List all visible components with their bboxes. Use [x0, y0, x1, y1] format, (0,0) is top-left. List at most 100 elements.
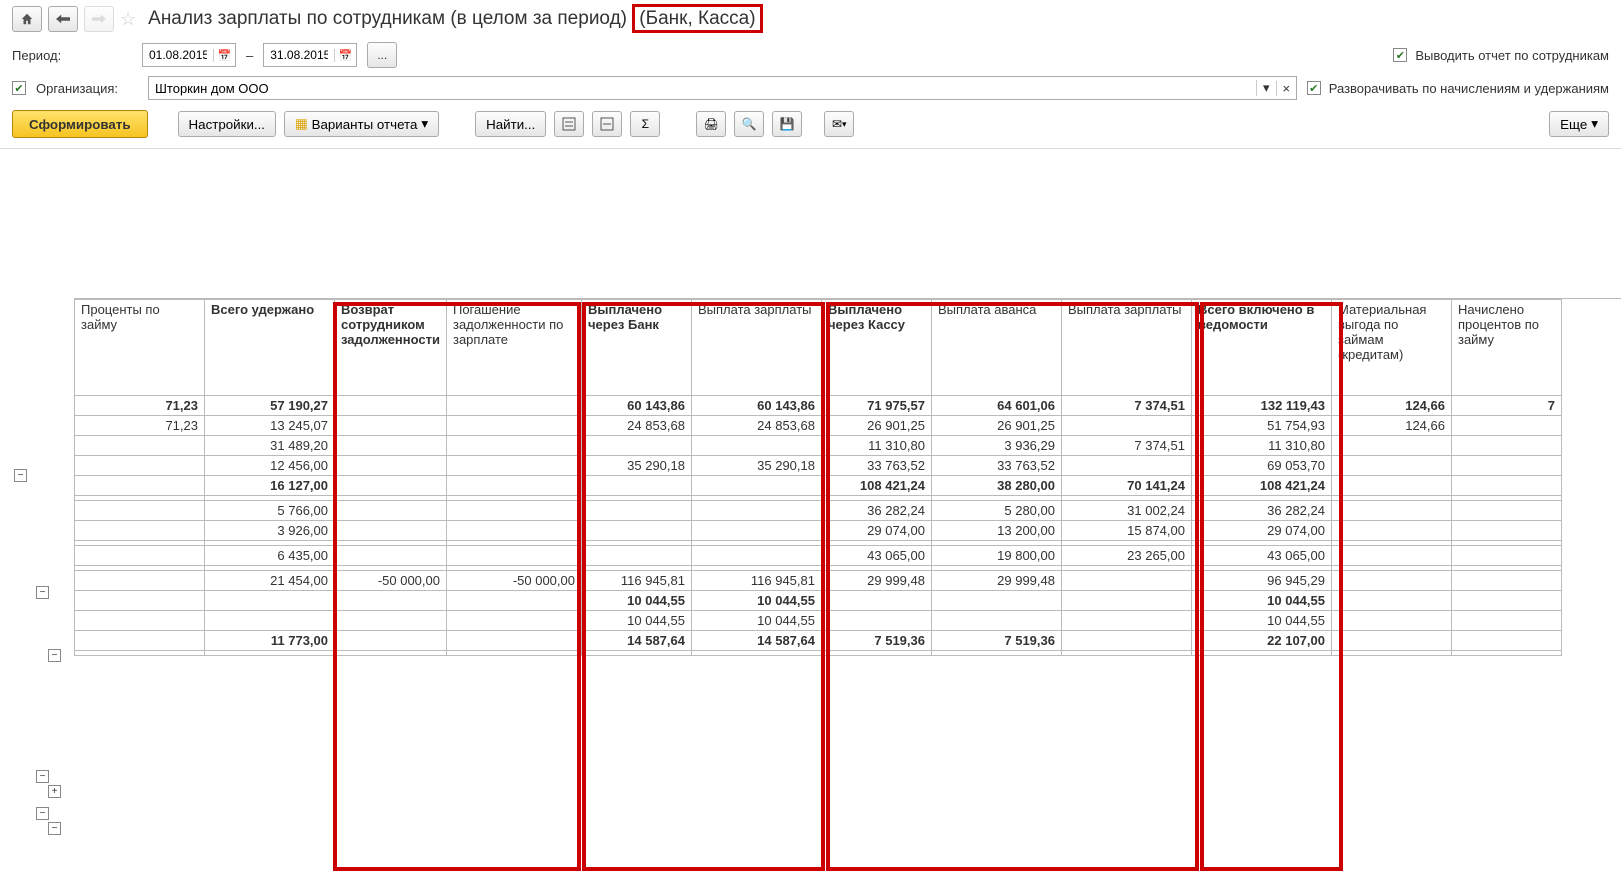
table-cell: [1451, 571, 1561, 591]
table-cell: [446, 456, 581, 476]
table-cell: 71,23: [75, 416, 205, 436]
period-from-input[interactable]: 📅: [142, 43, 236, 67]
preview-button[interactable]: 🔍: [734, 111, 764, 137]
org-input[interactable]: ▾ ×: [148, 76, 1297, 100]
table-row[interactable]: [75, 651, 1562, 656]
table-cell: [691, 476, 821, 496]
find-button[interactable]: Найти...: [475, 111, 546, 137]
table-cell: [1331, 436, 1451, 456]
table-cell: 14 587,64: [581, 631, 691, 651]
home-button[interactable]: [12, 6, 42, 32]
table-cell: 13 245,07: [205, 416, 335, 436]
org-enabled-checkbox[interactable]: ✔: [12, 81, 26, 95]
period-label: Период:: [12, 48, 132, 63]
table-cell: [931, 611, 1061, 631]
opt-employees-checkbox[interactable]: ✔: [1393, 48, 1407, 62]
table-row[interactable]: 11 773,0014 587,6414 587,647 519,367 519…: [75, 631, 1562, 651]
table-cell: 51 754,93: [1191, 416, 1331, 436]
table-cell: 11 310,80: [821, 436, 931, 456]
table-cell: 31 489,20: [205, 436, 335, 456]
table-row[interactable]: 6 435,0043 065,0019 800,0023 265,0043 06…: [75, 546, 1562, 566]
table-row[interactable]: 21 454,00-50 000,00-50 000,00116 945,811…: [75, 571, 1562, 591]
tree-toggle[interactable]: −: [36, 586, 49, 599]
save-button[interactable]: 💾: [772, 111, 802, 137]
expand-tree-button[interactable]: [554, 111, 584, 137]
org-field[interactable]: [149, 81, 1256, 96]
period-select-button[interactable]: ...: [367, 42, 397, 68]
table-cell: [446, 476, 581, 496]
table-cell: [1061, 591, 1191, 611]
opt-expand-checkbox[interactable]: ✔: [1307, 81, 1321, 95]
table-cell: 31 002,24: [1061, 501, 1191, 521]
table-cell: 29 999,48: [931, 571, 1061, 591]
sum-button[interactable]: Σ: [630, 111, 660, 137]
table-cell: 132 119,43: [1191, 396, 1331, 416]
forward-button[interactable]: [84, 6, 114, 32]
table-cell: 29 074,00: [821, 521, 931, 541]
period-to-field[interactable]: [264, 48, 334, 62]
tree-toggle[interactable]: −: [48, 649, 61, 662]
table-cell: 24 853,68: [581, 416, 691, 436]
tree-toggle[interactable]: −: [48, 822, 61, 835]
table-cell: 3 936,29: [931, 436, 1061, 456]
report-variants-button[interactable]: ▦ Варианты отчета ▾: [284, 111, 439, 137]
table-row[interactable]: 3 926,0029 074,0013 200,0015 874,0029 07…: [75, 521, 1562, 541]
table-cell: [75, 571, 205, 591]
table-cell: [1451, 591, 1561, 611]
favorite-star-icon[interactable]: ☆: [120, 9, 136, 30]
table-cell: [1061, 456, 1191, 476]
table-row[interactable]: 10 044,5510 044,5510 044,55: [75, 591, 1562, 611]
chevron-down-icon: ▾: [421, 116, 428, 132]
table-row[interactable]: 16 127,00108 421,2438 280,0070 141,24108…: [75, 476, 1562, 496]
form-report-button[interactable]: Сформировать: [12, 110, 148, 138]
table-cell: [1331, 591, 1451, 611]
col-header: Выплата зарплаты: [1061, 300, 1191, 396]
table-row[interactable]: 31 489,2011 310,803 936,297 374,5111 310…: [75, 436, 1562, 456]
table-cell: [75, 611, 205, 631]
table-row[interactable]: 10 044,5510 044,5510 044,55: [75, 611, 1562, 631]
table-cell: -50 000,00: [335, 571, 447, 591]
table-cell: 13 200,00: [931, 521, 1061, 541]
tree-toggle[interactable]: −: [36, 807, 49, 820]
report-table: Проценты по займу Всего удержано Возврат…: [74, 299, 1562, 656]
tree-toggle[interactable]: +: [48, 785, 61, 798]
table-cell: [1451, 631, 1561, 651]
back-button[interactable]: [48, 6, 78, 32]
print-button[interactable]: 🖨: [696, 111, 726, 137]
more-menu-button[interactable]: Еще ▾: [1549, 111, 1609, 137]
table-cell: 19 800,00: [931, 546, 1061, 566]
table-cell: [75, 521, 205, 541]
table-cell: 10 044,55: [581, 591, 691, 611]
mail-button[interactable]: ✉▾: [824, 111, 854, 137]
table-cell: [1451, 611, 1561, 631]
table-cell: [821, 591, 931, 611]
org-clear-icon[interactable]: ×: [1276, 81, 1296, 96]
settings-button[interactable]: Настройки...: [178, 111, 276, 137]
collapse-tree-button[interactable]: [592, 111, 622, 137]
table-cell: [205, 651, 335, 656]
org-dropdown-icon[interactable]: ▾: [1256, 80, 1276, 96]
tree-toggle[interactable]: −: [14, 469, 27, 482]
table-cell: [75, 501, 205, 521]
col-header: Начислено процентов по займу: [1451, 300, 1561, 396]
period-from-field[interactable]: [143, 48, 213, 62]
col-header: Выплачено через Кассу: [821, 300, 931, 396]
table-row[interactable]: 71,2313 245,0724 853,6824 853,6826 901,2…: [75, 416, 1562, 436]
table-row[interactable]: 71,2357 190,2760 143,8660 143,8671 975,5…: [75, 396, 1562, 416]
table-row[interactable]: 5 766,0036 282,245 280,0031 002,2436 282…: [75, 501, 1562, 521]
table-row[interactable]: 12 456,0035 290,1835 290,1833 763,5233 7…: [75, 456, 1562, 476]
table-cell: [335, 521, 447, 541]
table-cell: [1451, 456, 1561, 476]
table-cell: 36 282,24: [1191, 501, 1331, 521]
table-cell: 7 519,36: [931, 631, 1061, 651]
table-cell: 23 265,00: [1061, 546, 1191, 566]
calendar-to-icon[interactable]: 📅: [334, 49, 356, 62]
table-cell: [446, 591, 581, 611]
tree-toggle[interactable]: −: [36, 770, 49, 783]
table-cell: 108 421,24: [821, 476, 931, 496]
table-cell: 35 290,18: [581, 456, 691, 476]
calendar-from-icon[interactable]: 📅: [213, 49, 235, 62]
period-to-input[interactable]: 📅: [263, 43, 357, 67]
table-cell: 21 454,00: [205, 571, 335, 591]
table-cell: [1331, 546, 1451, 566]
